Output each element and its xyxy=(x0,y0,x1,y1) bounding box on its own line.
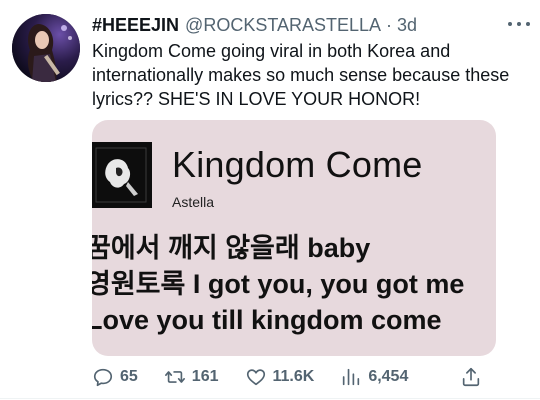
retweet-icon xyxy=(164,371,185,383)
tweet-text: Kingdom Come going viral in both Korea a… xyxy=(92,41,510,109)
lyric-line: 꿈에서 깨지 않을래 baby xyxy=(92,233,371,263)
avatar[interactable] xyxy=(12,14,80,82)
reply-count: 65 xyxy=(120,368,138,385)
album-cover xyxy=(92,142,152,208)
views-count: 6,454 xyxy=(368,368,409,385)
more-horizontal-icon[interactable] xyxy=(508,15,530,33)
views-icon xyxy=(343,368,360,386)
retweet-button[interactable]: 161 xyxy=(164,366,219,388)
tweet-header: #HEEEJIN @ROCKSTARASTELLA · 3d xyxy=(92,14,528,36)
views-button[interactable]: 6,454 xyxy=(340,366,408,388)
like-count: 11.6K xyxy=(272,368,315,385)
tweet[interactable]: #HEEEJIN @ROCKSTARASTELLA · 3d Kingdom C… xyxy=(0,0,540,400)
retweet-count: 161 xyxy=(191,368,219,385)
divider xyxy=(0,398,540,399)
heart-icon xyxy=(246,369,265,386)
tweet-actions: 65 161 11.6K 6,454 xyxy=(92,364,482,390)
avatar-image xyxy=(12,14,80,82)
reply-icon xyxy=(93,368,113,387)
lyric-line: 영원토록 I got you, you got me xyxy=(92,269,465,299)
separator-dot: · xyxy=(386,14,393,35)
timestamp[interactable]: 3d xyxy=(397,15,417,36)
reply-button[interactable]: 65 xyxy=(92,366,138,388)
user-handle[interactable]: @ROCKSTARASTELLA xyxy=(185,15,381,36)
lyrics-block: 꿈에서 깨지 않을래 baby 영원토록 I got you, you got … xyxy=(92,230,496,338)
lyric-line: Love you till kingdom come xyxy=(92,305,442,335)
artist-name: Astella xyxy=(172,194,215,210)
display-name[interactable]: #HEEEJIN xyxy=(92,15,179,36)
share-icon[interactable] xyxy=(460,366,482,388)
song-title: Kingdom Come xyxy=(172,144,423,185)
lyrics-card-image[interactable]: Kingdom Come Astella 꿈에서 깨지 않을래 baby 영원토… xyxy=(92,120,496,356)
like-button[interactable]: 11.6K xyxy=(245,366,315,388)
